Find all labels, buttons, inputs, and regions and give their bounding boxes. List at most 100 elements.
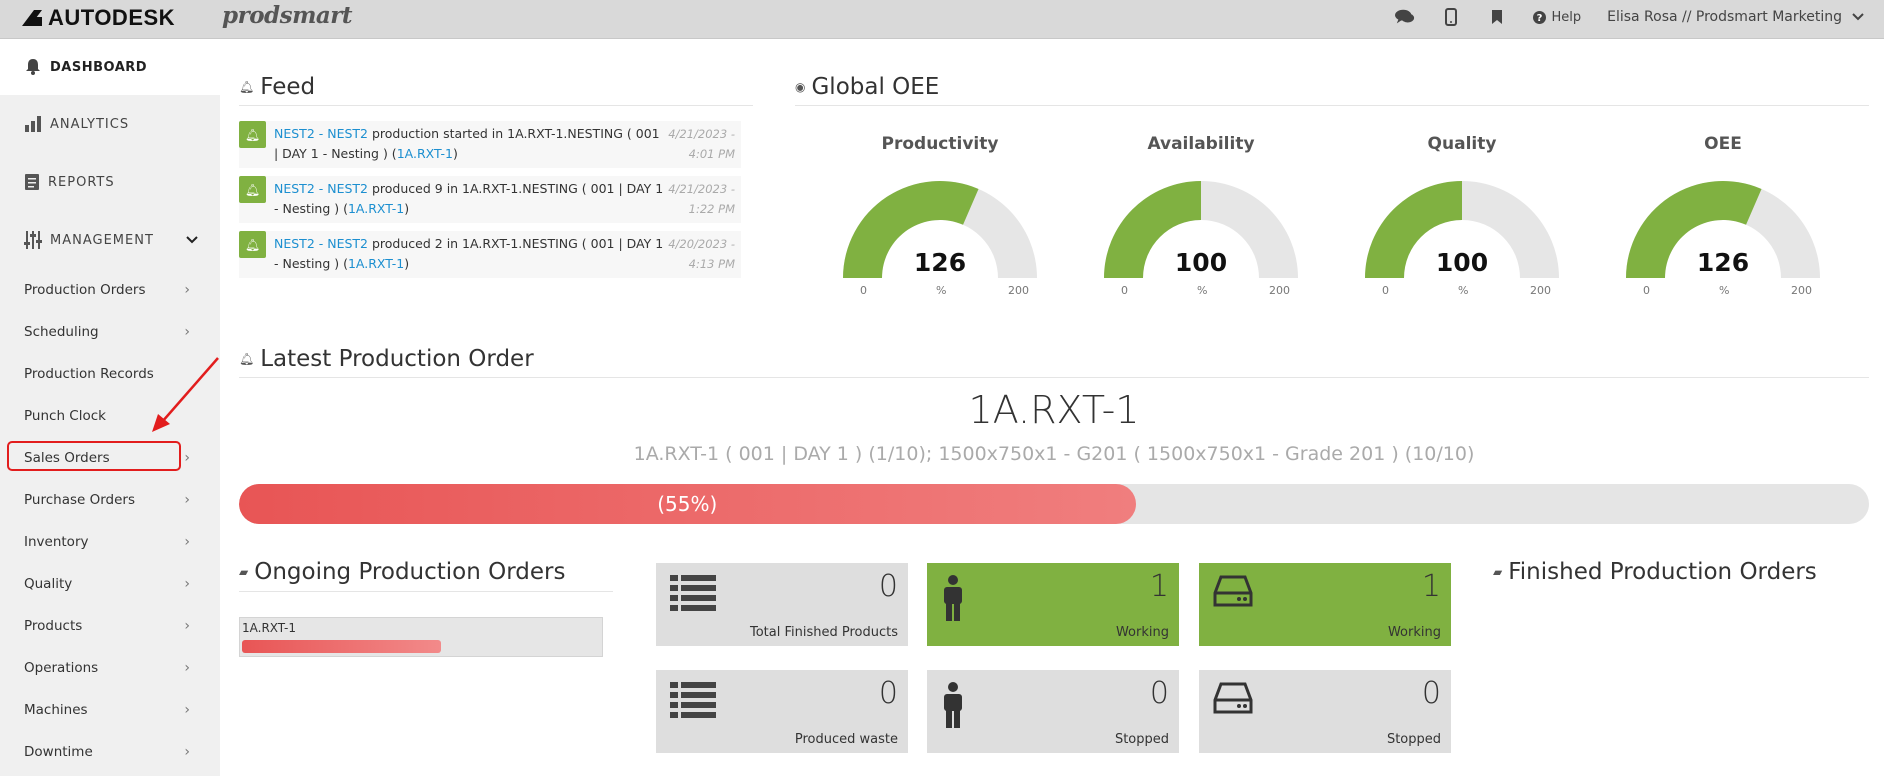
progress-label: (55%) [657, 492, 718, 516]
sidebar-item-purchase-orders[interactable]: Purchase Orders › [0, 479, 220, 521]
divider [239, 377, 1869, 378]
mobile-icon[interactable] [1441, 7, 1461, 27]
gauge-max: 200 [1008, 284, 1029, 297]
chevron-right-icon: › [184, 282, 190, 298]
sidebar-item-label: MANAGEMENT [50, 232, 154, 248]
gauge-value: 126 [913, 248, 967, 277]
stat-value: 1 [1149, 569, 1169, 604]
person-icon [941, 575, 965, 625]
sidebar-item-label: Inventory [24, 534, 89, 550]
chevron-down-icon [186, 236, 198, 244]
feed-link-worker[interactable]: NEST2 - NEST2 [274, 236, 368, 251]
sidebar-item-label: REPORTS [48, 174, 115, 190]
feed-date: 4/21/2023 - 4:01 PM [668, 127, 735, 161]
management-submenu: Production Orders › Scheduling › Production … [0, 269, 220, 773]
sidebar-item-label: ANALYTICS [50, 116, 130, 132]
ongoing-order-progress [242, 640, 442, 653]
feed-date: 4/20/2023 - 4:13 PM [668, 237, 735, 271]
stat-card[interactable]: 1 Working [1199, 563, 1451, 646]
chat-icon[interactable] [1395, 7, 1415, 27]
latest-order-progress-bar: (55%) [239, 484, 1869, 524]
person-icon [941, 682, 965, 732]
gauge-value: 126 [1696, 248, 1750, 277]
question-icon: ? [1533, 10, 1547, 24]
reports-icon [25, 174, 39, 190]
svg-text:?: ? [1537, 13, 1543, 24]
feed-end: ) [452, 146, 458, 161]
sidebar-item-label: Quality [24, 576, 73, 592]
finished-title: ▰ Finished Production Orders [1493, 559, 1817, 585]
bell-icon: 🔔︎ [239, 231, 266, 258]
gauge-unit: % [1458, 284, 1469, 297]
sidebar-item-operations[interactable]: Operations › [0, 647, 220, 689]
machine-icon [1213, 575, 1253, 611]
top-bar: AUTODESK prodsmart ? Help Elisa Rosa // … [0, 0, 1884, 39]
gauge-label: Availability [1147, 134, 1255, 154]
user-menu[interactable]: Elisa Rosa // Prodsmart Marketing [1607, 9, 1864, 25]
gauge-quality: Quality 100 0% 200 [1352, 130, 1572, 300]
gauge-max: 200 [1791, 284, 1812, 297]
sidebar-item-dashboard[interactable]: DASHBOARD [0, 39, 220, 95]
gauge-oee: OEE 126 0% 200 [1613, 130, 1833, 300]
feed-end: ) [404, 256, 410, 271]
stat-card[interactable]: 0 Produced waste [656, 670, 908, 753]
sidebar-item-scheduling[interactable]: Scheduling › [0, 311, 220, 353]
stat-card[interactable]: 0 Stopped [927, 670, 1179, 753]
progress-fill: (55%) [239, 484, 1136, 524]
machine-icon [1213, 682, 1253, 718]
chevron-right-icon: › [184, 576, 190, 592]
gauge-availability: Availability 100 0% 200 [1091, 130, 1311, 300]
sidebar-item-production-orders[interactable]: Production Orders › [0, 269, 220, 311]
bookmark-icon[interactable] [1487, 7, 1507, 27]
sidebar-item-machines[interactable]: Machines › [0, 689, 220, 731]
sidebar-item-label: Machines [24, 702, 88, 718]
annotation-arrow-icon [152, 357, 219, 432]
feed-item: 🔔︎ NEST2 - NEST2 produced 2 in 1A.RXT-1.N… [239, 231, 741, 278]
sidebar-item-quality[interactable]: Quality › [0, 563, 220, 605]
sidebar-item-label: Downtime [24, 744, 93, 760]
feed-link-order[interactable]: 1A.RXT-1 [348, 256, 404, 271]
brand-name: AUTODESK [48, 5, 176, 30]
sidebar-item-downtime[interactable]: Downtime › [0, 731, 220, 773]
divider [239, 591, 613, 592]
gauge-value: 100 [1174, 248, 1228, 277]
sidebar-item-reports[interactable]: REPORTS [0, 153, 220, 211]
gauge-unit: % [1719, 284, 1730, 297]
feed-item: 🔔︎ NEST2 - NEST2 production started in 1A… [239, 121, 741, 168]
latest-title: 🔔︎ Latest Production Order [239, 346, 534, 372]
sidebar-item-sales-orders[interactable]: Sales Orders › [0, 437, 220, 479]
gauge-label: Productivity [881, 134, 999, 154]
chevron-right-icon: › [184, 744, 190, 760]
sidebar-item-label: Purchase Orders [24, 492, 135, 508]
ongoing-order-row[interactable]: 1A.RXT-1 [239, 617, 603, 657]
stat-label: Total Finished Products [749, 625, 898, 640]
stat-card[interactable]: 1 Working [927, 563, 1179, 646]
latest-order-name[interactable]: 1A.RXT-1 [239, 388, 1869, 432]
sidebar-item-label: Scheduling [24, 324, 99, 340]
feed-title: 🔔︎ Feed [239, 74, 316, 100]
stat-label: Stopped [1114, 732, 1169, 747]
feed-link-order[interactable]: 1A.RXT-1 [348, 201, 404, 216]
chevron-right-icon: › [184, 660, 190, 676]
stat-card[interactable]: 0 Total Finished Products [656, 563, 908, 646]
autodesk-logo[interactable]: AUTODESK [22, 5, 176, 30]
sliders-icon [24, 231, 42, 249]
sidebar-item-management[interactable]: MANAGEMENT [0, 211, 220, 269]
feed-link-worker[interactable]: NEST2 - NEST2 [274, 181, 368, 196]
stat-card[interactable]: 0 Stopped [1199, 670, 1451, 753]
latest-order-details: 1A.RXT-1 ( 001 | DAY 1 ) (1/10); 1500x75… [633, 443, 1475, 465]
sidebar-item-analytics[interactable]: ANALYTICS [0, 95, 220, 153]
sidebar-item-label: Products [24, 618, 83, 634]
dashboard-icon: ◉ [795, 80, 806, 94]
feed-link-order[interactable]: 1A.RXT-1 [397, 146, 453, 161]
help-link[interactable]: ? Help [1533, 10, 1581, 25]
sidebar-item-products[interactable]: Products › [0, 605, 220, 647]
gauge-label: Quality [1427, 134, 1497, 154]
autodesk-logo-icon [22, 10, 42, 26]
chevron-right-icon: › [184, 450, 190, 466]
sidebar-item-inventory[interactable]: Inventory › [0, 521, 220, 563]
chevron-right-icon: › [184, 618, 190, 634]
feed-link-worker[interactable]: NEST2 - NEST2 [274, 126, 368, 141]
stat-label: Working [1387, 625, 1441, 640]
stat-value: 0 [878, 676, 898, 711]
